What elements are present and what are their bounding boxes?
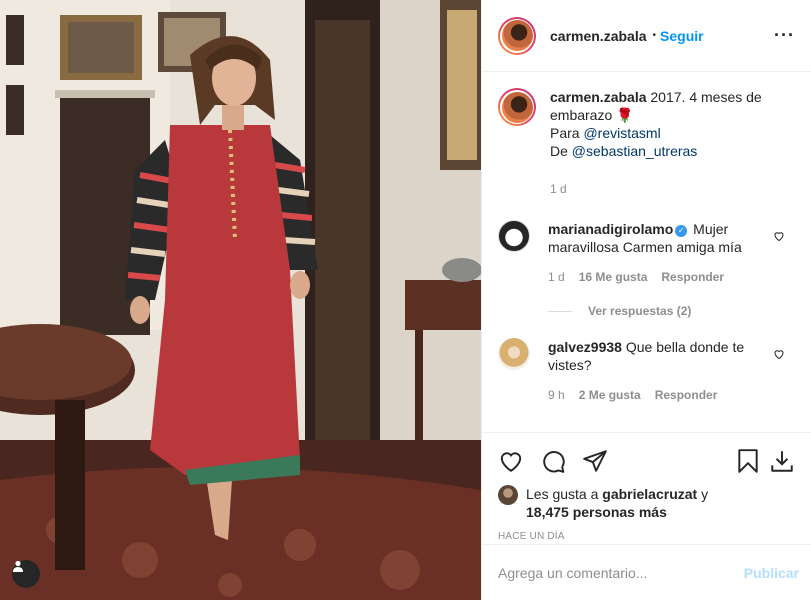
comment-like-heart-icon[interactable] bbox=[773, 348, 785, 360]
comment-time[interactable]: 1 d bbox=[548, 268, 565, 286]
heart-icon[interactable] bbox=[498, 448, 524, 474]
action-icons bbox=[498, 441, 795, 481]
post-photo[interactable] bbox=[0, 0, 481, 600]
send-icon[interactable] bbox=[582, 448, 608, 474]
header-separator: • bbox=[652, 30, 657, 41]
caption-time[interactable]: 1 d bbox=[550, 180, 567, 198]
liker-username[interactable]: gabrielacruzat bbox=[602, 486, 697, 502]
comment-time[interactable]: 9 h bbox=[548, 386, 565, 404]
likes-summary: Les gusta a gabrielacruzat y 18,475 pers… bbox=[498, 485, 795, 521]
mention-revistasml[interactable]: @revistasml bbox=[583, 125, 660, 141]
instagram-post: carmen.zabala • Seguir ··· carmen.zabala… bbox=[0, 0, 811, 600]
caption: carmen.zabala 2017. 4 meses de embarazo … bbox=[498, 88, 795, 198]
caption-username[interactable]: carmen.zabala bbox=[550, 89, 647, 105]
commenter-username[interactable]: marianadigirolamo bbox=[548, 221, 673, 237]
comment-input[interactable] bbox=[498, 564, 744, 581]
comment-item: marianadigirolamo ✓ Mujer maravillosa Car… bbox=[498, 220, 795, 286]
comment-icon[interactable] bbox=[540, 448, 566, 474]
publish-button[interactable]: Publicar bbox=[744, 565, 799, 581]
author-username[interactable]: carmen.zabala bbox=[550, 28, 647, 44]
likes-and: y bbox=[701, 486, 709, 502]
commenter-username[interactable]: galvez9938 bbox=[548, 339, 622, 355]
bookmark-icon[interactable] bbox=[735, 448, 761, 474]
comment-item: galvez9938 Que bella donde te vistes? 9 … bbox=[498, 338, 795, 404]
photo-scene bbox=[0, 0, 481, 600]
comments-section[interactable]: carmen.zabala 2017. 4 meses de embarazo … bbox=[482, 72, 811, 432]
author-avatar[interactable] bbox=[498, 16, 536, 55]
comment-like-heart-icon[interactable] bbox=[773, 230, 785, 242]
reply-button[interactable]: Responder bbox=[655, 386, 718, 404]
post-actions: Les gusta a gabrielacruzat y 18,475 pers… bbox=[482, 432, 811, 544]
rose-emoji: 🌹 bbox=[616, 107, 634, 123]
post-details-panel: carmen.zabala • Seguir ··· carmen.zabala… bbox=[481, 0, 811, 600]
likes-prefix: Les gusta a bbox=[526, 486, 599, 502]
mention-sebastian-utreras[interactable]: @sebastian_utreras bbox=[572, 143, 698, 159]
more-options-icon[interactable]: ··· bbox=[774, 25, 795, 46]
add-comment-bar: Publicar bbox=[482, 544, 811, 600]
person-tag-icon bbox=[13, 560, 23, 572]
commenter-avatar[interactable] bbox=[498, 220, 530, 252]
post-header: carmen.zabala • Seguir ··· bbox=[482, 0, 811, 72]
reply-button[interactable]: Responder bbox=[661, 268, 724, 286]
commenter-avatar[interactable] bbox=[498, 338, 530, 370]
post-timestamp[interactable]: HACE UN DÍA bbox=[498, 531, 795, 542]
follow-button[interactable]: Seguir bbox=[660, 28, 704, 44]
view-replies-button[interactable]: Ver respuestas (2) bbox=[548, 304, 795, 318]
caption-para-prefix: Para bbox=[550, 125, 580, 141]
comment-likes[interactable]: 2 Me gusta bbox=[579, 386, 641, 404]
download-icon[interactable] bbox=[769, 448, 795, 474]
comment-likes[interactable]: 16 Me gusta bbox=[579, 268, 648, 286]
view-replies-label: Ver respuestas (2) bbox=[588, 304, 692, 318]
caption-avatar[interactable] bbox=[498, 88, 536, 126]
tag-people-button[interactable] bbox=[12, 560, 40, 588]
caption-de-prefix: De bbox=[550, 143, 568, 159]
verified-badge-icon: ✓ bbox=[675, 225, 688, 237]
likes-count[interactable]: 18,475 personas más bbox=[526, 504, 667, 520]
liker-avatar[interactable] bbox=[498, 485, 518, 505]
